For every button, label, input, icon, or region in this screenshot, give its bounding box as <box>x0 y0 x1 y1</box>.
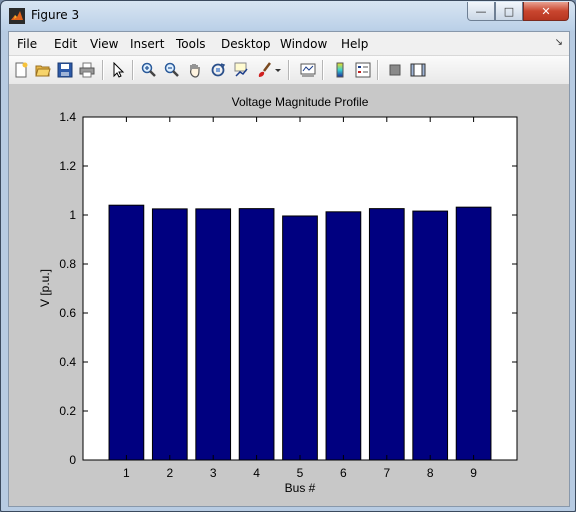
menu-window[interactable]: Window <box>280 37 327 51</box>
toolbar-separator <box>377 60 379 80</box>
maximize-button[interactable]: □ <box>495 2 523 21</box>
y-tick-label: 1.2 <box>59 159 76 173</box>
y-tick-label: 0.8 <box>59 257 76 271</box>
client-area: File Edit View Insert Tools Desktop Wind… <box>8 31 570 507</box>
toolbar-separator <box>132 60 134 80</box>
dock-arrow-icon[interactable]: ↘ <box>555 37 563 48</box>
hide-plot-tools-icon[interactable] <box>386 61 404 79</box>
zoom-in-icon[interactable] <box>140 61 158 79</box>
bar-chart: 0 0.2 0.4 0.6 0.8 1 1.2 1.4 1 2 3 4 5 6 7 8 9 Voltage M… <box>38 95 518 495</box>
y-tick-label: 0 <box>69 453 76 467</box>
toolbar-separator <box>322 60 324 80</box>
title-bar[interactable]: Figure 3 — □ ✕ <box>1 1 575 31</box>
y-tick-label: 0.6 <box>59 306 76 320</box>
brush-icon[interactable] <box>255 61 273 79</box>
window-title: Figure 3 <box>31 8 80 22</box>
x-tick-label: 4 <box>253 466 260 480</box>
minimize-icon: — <box>475 4 487 18</box>
y-tick-label: 0.4 <box>59 355 76 369</box>
x-tick-label: 1 <box>123 466 130 480</box>
bar-bus-9 <box>455 206 492 461</box>
new-figure-icon[interactable] <box>12 61 30 79</box>
legend-icon[interactable] <box>354 61 372 79</box>
link-plot-icon[interactable] <box>299 61 317 79</box>
bar-bus-8 <box>412 210 449 461</box>
chart-title: Voltage Magnitude Profile <box>232 95 369 109</box>
menu-bar: File Edit View Insert Tools Desktop Wind… <box>9 32 569 54</box>
colorbar-icon[interactable] <box>331 61 349 79</box>
menu-tools[interactable]: Tools <box>176 37 206 51</box>
rotate-3d-icon[interactable] <box>209 61 227 79</box>
save-icon[interactable] <box>56 61 74 79</box>
x-tick-label: 2 <box>166 466 173 480</box>
y-tick-label: 0.2 <box>59 404 76 418</box>
menu-insert[interactable]: Insert <box>130 37 164 51</box>
pan-hand-icon[interactable] <box>186 61 204 79</box>
figure-window: Figure 3 — □ ✕ File Edit View Insert Too… <box>0 0 576 512</box>
bar-bus-3 <box>195 208 232 461</box>
show-plot-tools-icon[interactable] <box>409 61 427 79</box>
figure-canvas[interactable]: 0 0.2 0.4 0.6 0.8 1 1.2 1.4 1 2 3 4 5 6 7 8 9 Voltage M… <box>9 84 569 506</box>
x-tick-label: 8 <box>427 466 434 480</box>
menu-desktop[interactable]: Desktop <box>221 37 271 51</box>
bar-bus-4 <box>238 208 275 461</box>
toolbar-separator <box>288 60 290 80</box>
bar-bus-7 <box>368 208 405 461</box>
close-icon: ✕ <box>541 4 551 18</box>
x-tick-label: 3 <box>210 466 217 480</box>
y-tick-label: 1 <box>69 208 76 222</box>
print-icon[interactable] <box>78 61 96 79</box>
y-tick-label: 1.4 <box>59 110 76 124</box>
close-button[interactable]: ✕ <box>523 2 569 21</box>
x-tick-label: 9 <box>470 466 477 480</box>
maximize-icon: □ <box>503 4 515 18</box>
minimize-button[interactable]: — <box>467 2 495 21</box>
matlab-logo-icon <box>9 8 25 24</box>
bar-bus-5 <box>282 215 318 461</box>
x-axis-label: Bus # <box>285 481 316 495</box>
bar-bus-1 <box>108 204 145 461</box>
x-tick-label: 7 <box>383 466 390 480</box>
data-cursor-icon[interactable] <box>232 61 250 79</box>
menu-view[interactable]: View <box>90 37 118 51</box>
edit-plot-arrow-icon[interactable] <box>109 61 127 79</box>
figure-toolbar <box>9 55 569 85</box>
x-tick-label: 6 <box>340 466 347 480</box>
menu-help[interactable]: Help <box>341 37 368 51</box>
x-tick-label: 5 <box>297 466 304 480</box>
bar-bus-2 <box>151 208 188 461</box>
open-file-icon[interactable] <box>34 61 52 79</box>
menu-file[interactable]: File <box>17 37 37 51</box>
zoom-out-icon[interactable] <box>163 61 181 79</box>
y-axis-label: V [p.u.] <box>38 269 52 307</box>
brush-dropdown-icon[interactable] <box>273 61 283 79</box>
bar-bus-6 <box>325 211 362 461</box>
menu-edit[interactable]: Edit <box>54 37 77 51</box>
toolbar-separator <box>102 60 104 80</box>
